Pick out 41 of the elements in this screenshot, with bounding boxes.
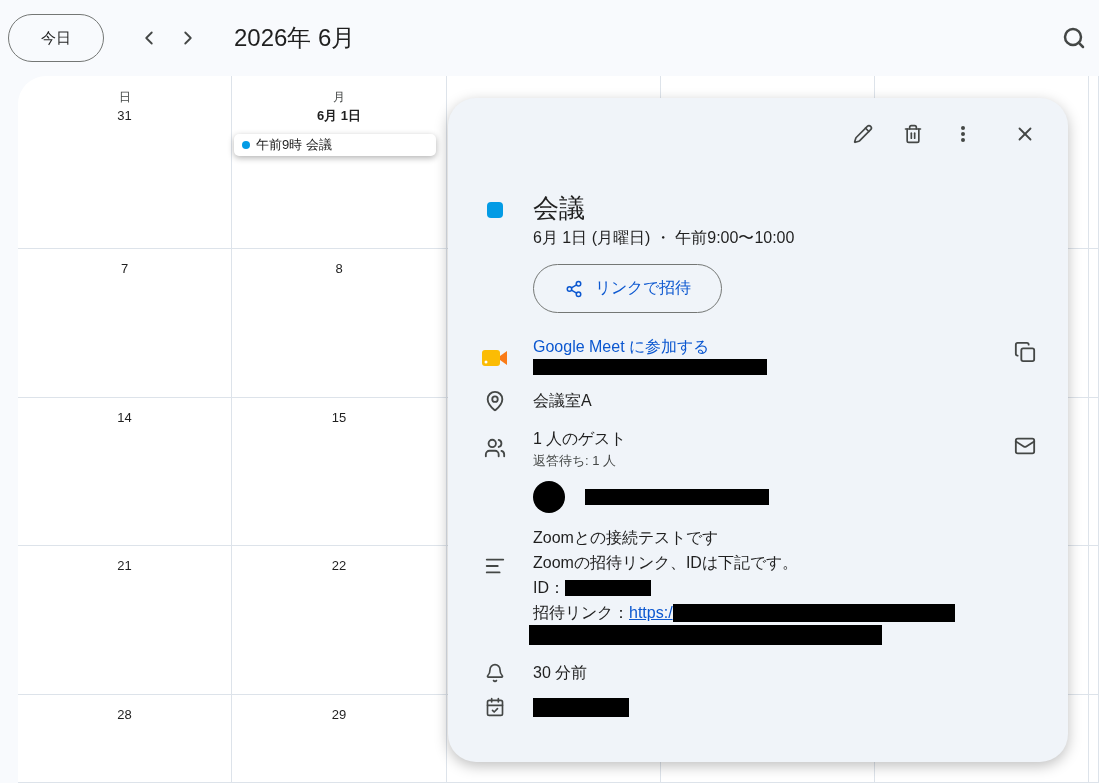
weekday-label: 月 <box>333 90 345 104</box>
description-text: Zoomの招待リンク、IDは下記です。 <box>533 553 799 573</box>
day-number[interactable]: 15 <box>331 410 347 426</box>
meet-join-link[interactable]: Google Meet に参加する <box>533 335 987 359</box>
day-number[interactable]: 31 <box>117 108 132 124</box>
id-label: ID： <box>533 578 565 598</box>
copy-icon[interactable] <box>1014 341 1036 363</box>
invite-url-link[interactable]: https:/ <box>629 600 673 625</box>
event-title: 会議 <box>533 192 586 225</box>
location-pin-icon <box>484 390 506 412</box>
day-number[interactable]: 6月 1日 <box>316 108 362 124</box>
day-number[interactable]: 29 <box>331 707 347 723</box>
description-text: Zoomとの接続テストです <box>533 528 719 548</box>
day-number[interactable]: 22 <box>331 558 347 574</box>
video-camera-icon <box>482 349 508 367</box>
guest-avatar <box>533 481 565 513</box>
day-number[interactable]: 7 <box>120 261 129 277</box>
bell-icon <box>485 663 505 683</box>
invite-link-label: 招待リンク： <box>533 603 629 623</box>
calendar-icon <box>485 697 505 717</box>
reminder-text: 30 分前 <box>533 663 589 683</box>
day-number[interactable]: 14 <box>117 410 132 426</box>
event-datetime: 6月 1日 (月曜日) ・ 午前9:00〜10:00 <box>533 228 796 248</box>
day-number[interactable]: 8 <box>335 261 343 277</box>
guests-count: 1 人のゲスト <box>533 429 628 449</box>
search-icon <box>1062 26 1086 50</box>
event-chip[interactable]: 午前9時 会議 <box>234 134 436 156</box>
guests-status: 返答待ち: 1 人 <box>533 452 618 470</box>
pencil-icon <box>853 124 873 144</box>
today-button[interactable]: 今日 <box>8 14 104 62</box>
mail-icon[interactable] <box>1014 435 1036 457</box>
day-number[interactable]: 28 <box>117 707 132 723</box>
event-label: 午前9時 会議 <box>256 136 332 154</box>
weekday-label: 日 <box>118 90 131 104</box>
share-icon <box>564 279 583 298</box>
day-number[interactable]: 21 <box>117 558 132 574</box>
more-icon <box>961 126 965 142</box>
month-title: 2026年 6月 <box>234 23 357 53</box>
trash-icon <box>903 124 923 144</box>
guests-icon <box>484 437 506 459</box>
location-text: 会議室A <box>533 391 593 411</box>
